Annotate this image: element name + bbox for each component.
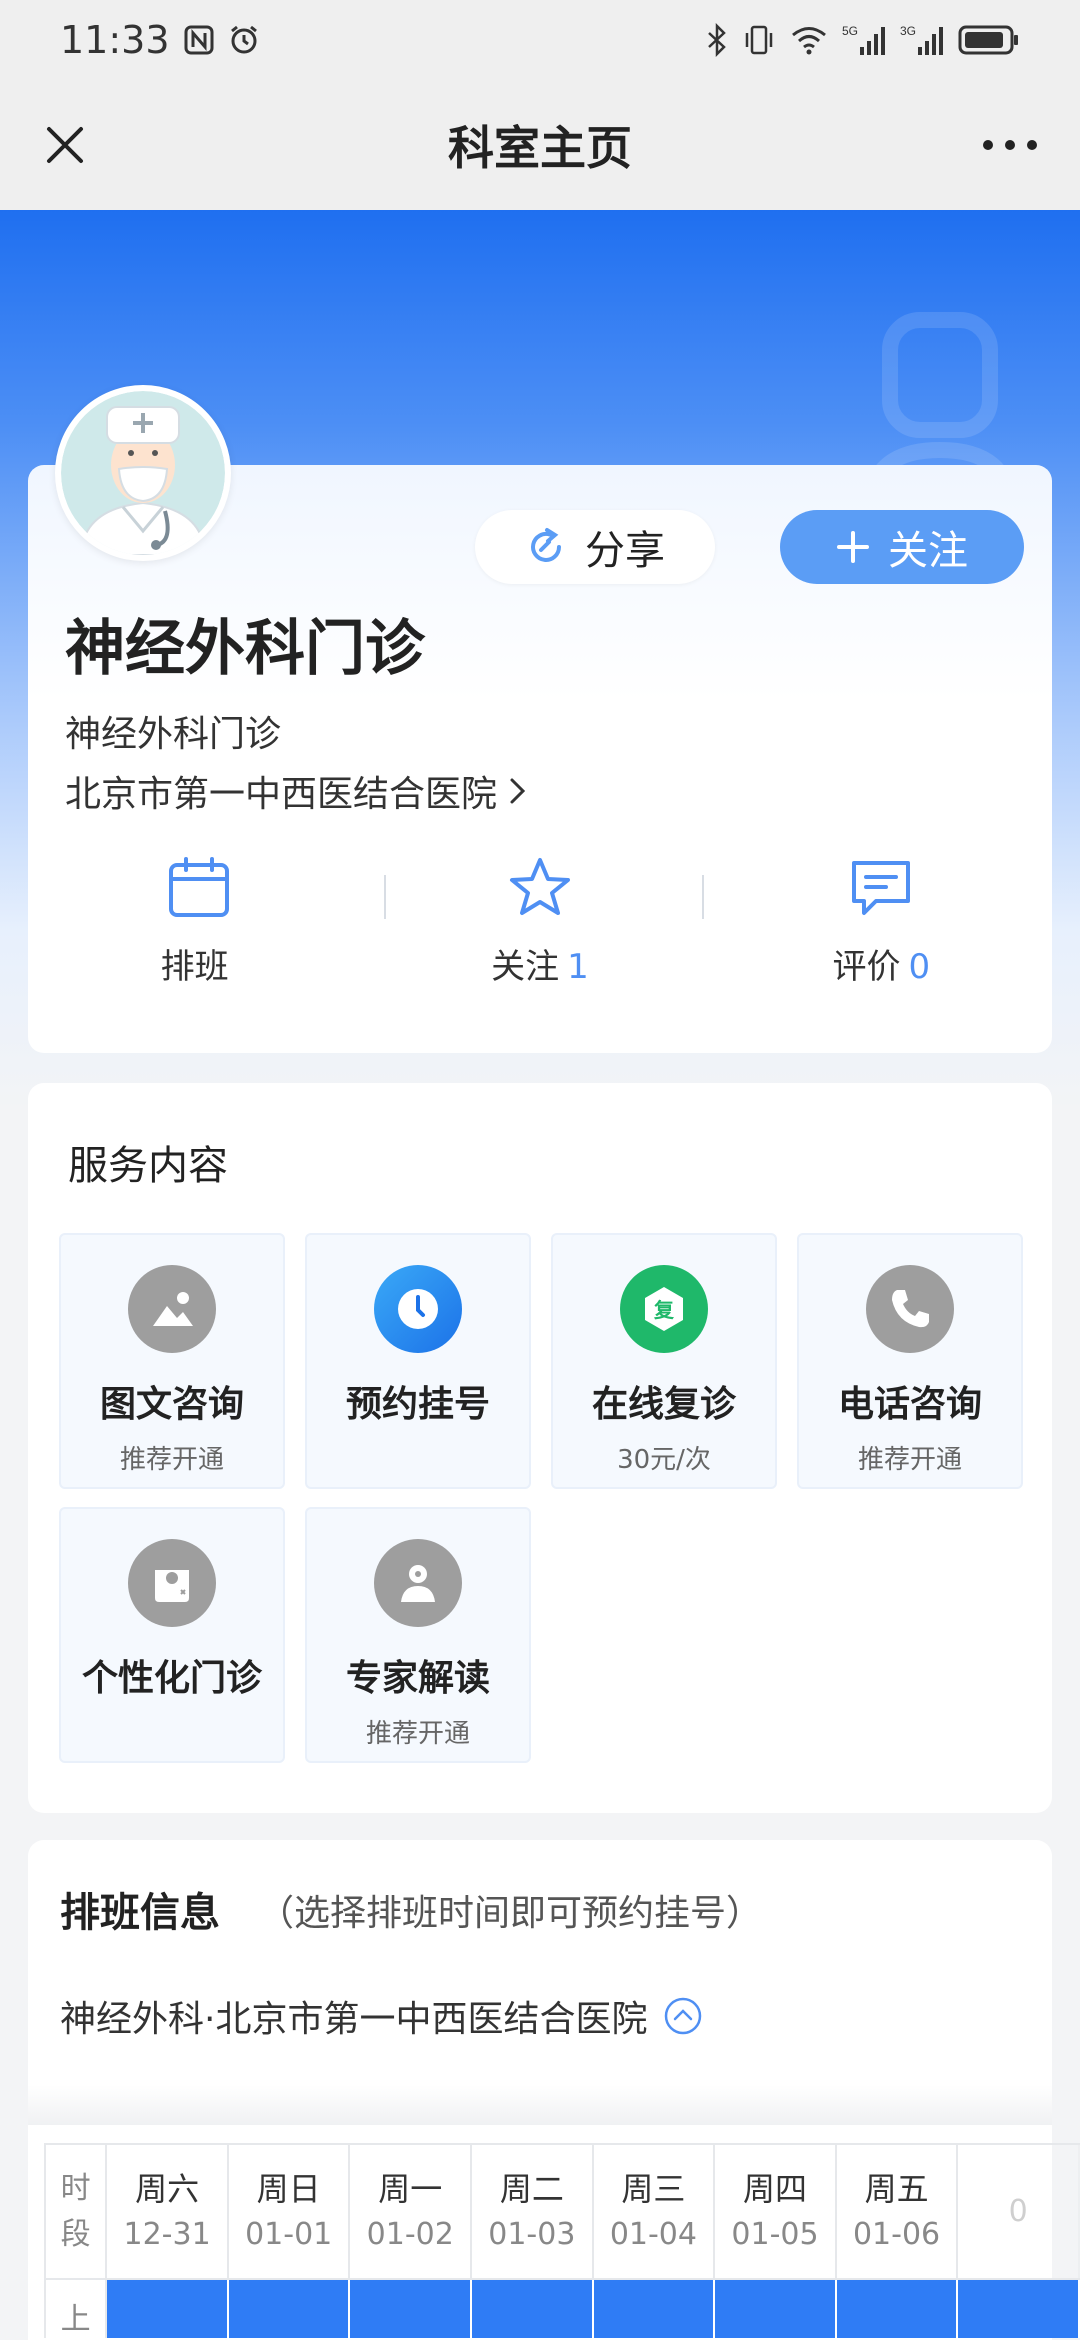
svg-text:5G: 5G: [842, 24, 858, 38]
signal-3g-icon: 3G: [900, 23, 944, 57]
clinic-icon: [128, 1539, 216, 1627]
tile-sub: 30元/次: [617, 1445, 711, 1475]
avatar: [55, 385, 231, 561]
review-count: 0: [908, 947, 931, 987]
status-bar: 11:33 5G 3G: [0, 0, 1080, 80]
expert-icon: [374, 1539, 462, 1627]
svg-text:复: 复: [653, 1298, 675, 1322]
tile-name: 预约挂号: [345, 1384, 490, 1425]
schedule-cell[interactable]: [836, 2280, 959, 2338]
department-subtitle: 神经外科门诊: [65, 714, 282, 755]
row-time-label: 上: [44, 2280, 108, 2338]
follow-button[interactable]: 关注: [780, 510, 1024, 584]
share-label: 分享: [585, 528, 665, 574]
day-column[interactable]: 周日 01-01: [229, 2145, 351, 2278]
divider: [384, 875, 386, 919]
more-button[interactable]: [970, 110, 1050, 180]
schedule-row: 上: [44, 2280, 1080, 2338]
doctor-avatar-icon: [61, 391, 225, 555]
schedule-header: 时 段 周六 12-31 周日 01-01 周一 01-02 周二 01-03 周三 01…: [44, 2143, 1080, 2280]
time-column-header: 时 段: [44, 2145, 108, 2278]
nav-bar: 科室主页: [0, 80, 1080, 210]
service-tile-expert[interactable]: 专家解读 推荐开通: [305, 1507, 531, 1763]
stat-review[interactable]: 评价 0: [711, 855, 1052, 1015]
schedule-filter-label: 神经外科·北京市第一中西医结合医院: [60, 1999, 648, 2040]
vibrate-icon: [742, 23, 776, 57]
star-icon: [509, 858, 570, 915]
schedule-cell[interactable]: [958, 2280, 1080, 2338]
status-time: 11:33: [60, 18, 170, 62]
chevron-right-icon: [510, 778, 526, 804]
share-button[interactable]: 分享: [475, 510, 715, 584]
wifi-icon: [790, 25, 828, 55]
service-tile-appointment[interactable]: 预约挂号: [305, 1233, 531, 1489]
stat-label-schedule: 排班: [160, 947, 229, 987]
more-icon: [983, 140, 1037, 150]
service-tile-phone[interactable]: 电话咨询 推荐开通: [797, 1233, 1023, 1489]
day-column[interactable]: 周六 12-31: [107, 2145, 229, 2278]
clock-icon: [374, 1265, 462, 1353]
schedule-cell[interactable]: [228, 2280, 351, 2338]
schedule-grid: 时 段 周六 12-31 周日 01-01 周一 01-02 周二 01-03 周三 01…: [44, 2143, 1080, 2340]
hospital-link[interactable]: 北京市第一中西医结合医院: [65, 765, 529, 817]
stats-row: 排班 关注 1 评价 0: [28, 855, 1052, 1015]
schedule-hint: （选择排班时间即可预约挂号）: [258, 1893, 763, 1934]
calendar-icon: [168, 857, 229, 917]
day-column[interactable]: 周二 01-03: [472, 2145, 594, 2278]
schedule-cell[interactable]: [107, 2280, 229, 2338]
stat-label-review: 评价 0: [832, 947, 931, 987]
schedule-cell[interactable]: [350, 2280, 473, 2338]
comment-icon: [852, 861, 911, 915]
phone-icon: [866, 1265, 954, 1353]
bluetooth-icon: [706, 23, 728, 57]
service-tile-clinic[interactable]: 个性化门诊: [59, 1507, 285, 1763]
hospital-name: 北京市第一中西医结合医院: [65, 774, 498, 815]
tile-sub: 推荐开通: [119, 1445, 224, 1475]
tile-sub: 推荐开通: [857, 1445, 962, 1475]
image-text-icon: [128, 1265, 216, 1353]
tile-name: 专家解读: [345, 1658, 490, 1699]
alarm-icon: [228, 24, 260, 56]
day-column[interactable]: 周四 01-05: [715, 2145, 837, 2278]
stat-label-follow: 关注 1: [491, 947, 589, 987]
share-icon: [531, 528, 561, 562]
day-column[interactable]: 周五 01-06: [837, 2145, 959, 2278]
schedule-cell[interactable]: [593, 2280, 716, 2338]
department-name: 神经外科门诊: [65, 614, 425, 684]
battery-icon: [958, 24, 1020, 56]
schedule-divider: [28, 2085, 1052, 2125]
tile-name: 电话咨询: [837, 1384, 982, 1425]
nfc-icon: [184, 25, 214, 55]
schedule-title: 排班信息: [60, 1890, 220, 1936]
chevron-up-icon: [665, 1997, 702, 2035]
tile-name: 在线复诊: [591, 1384, 736, 1425]
status-left: 11:33: [60, 18, 260, 62]
stat-follow[interactable]: 关注 1: [369, 855, 710, 1015]
follow-label: 关注: [888, 528, 968, 574]
services-title: 服务内容: [68, 1143, 228, 1189]
close-icon: [47, 127, 83, 163]
schedule-cell[interactable]: [715, 2280, 837, 2338]
stat-schedule[interactable]: 排班: [28, 855, 369, 1015]
revisit-icon: 复: [620, 1265, 708, 1353]
day-column[interactable]: 周一 01-02: [350, 2145, 473, 2278]
services-card: 服务内容 图文咨询 推荐开通 预约挂号 复 在线复诊 30元/次 电话咨询 推荐…: [28, 1083, 1052, 1813]
tile-name: 图文咨询: [99, 1384, 244, 1425]
tile-sub: 推荐开通: [365, 1719, 470, 1749]
plus-icon: [837, 531, 869, 563]
day-column[interactable]: 周三 01-04: [594, 2145, 716, 2278]
tile-name: 个性化门诊: [81, 1658, 262, 1699]
service-tile-image-text[interactable]: 图文咨询 推荐开通: [59, 1233, 285, 1489]
status-right: 5G 3G: [706, 23, 1020, 57]
service-tile-revisit[interactable]: 复 在线复诊 30元/次: [551, 1233, 777, 1489]
svg-text:3G: 3G: [900, 24, 916, 38]
divider: [702, 875, 704, 919]
schedule-filter[interactable]: 神经外科·北京市第一中西医结合医院: [60, 1990, 703, 2042]
signal-5g-icon: 5G: [842, 23, 886, 57]
page-title: 科室主页: [448, 121, 632, 175]
schedule-cell[interactable]: [472, 2280, 594, 2338]
close-button[interactable]: [30, 110, 100, 180]
follow-count: 1: [567, 947, 589, 987]
day-column[interactable]: 0: [958, 2145, 1080, 2278]
